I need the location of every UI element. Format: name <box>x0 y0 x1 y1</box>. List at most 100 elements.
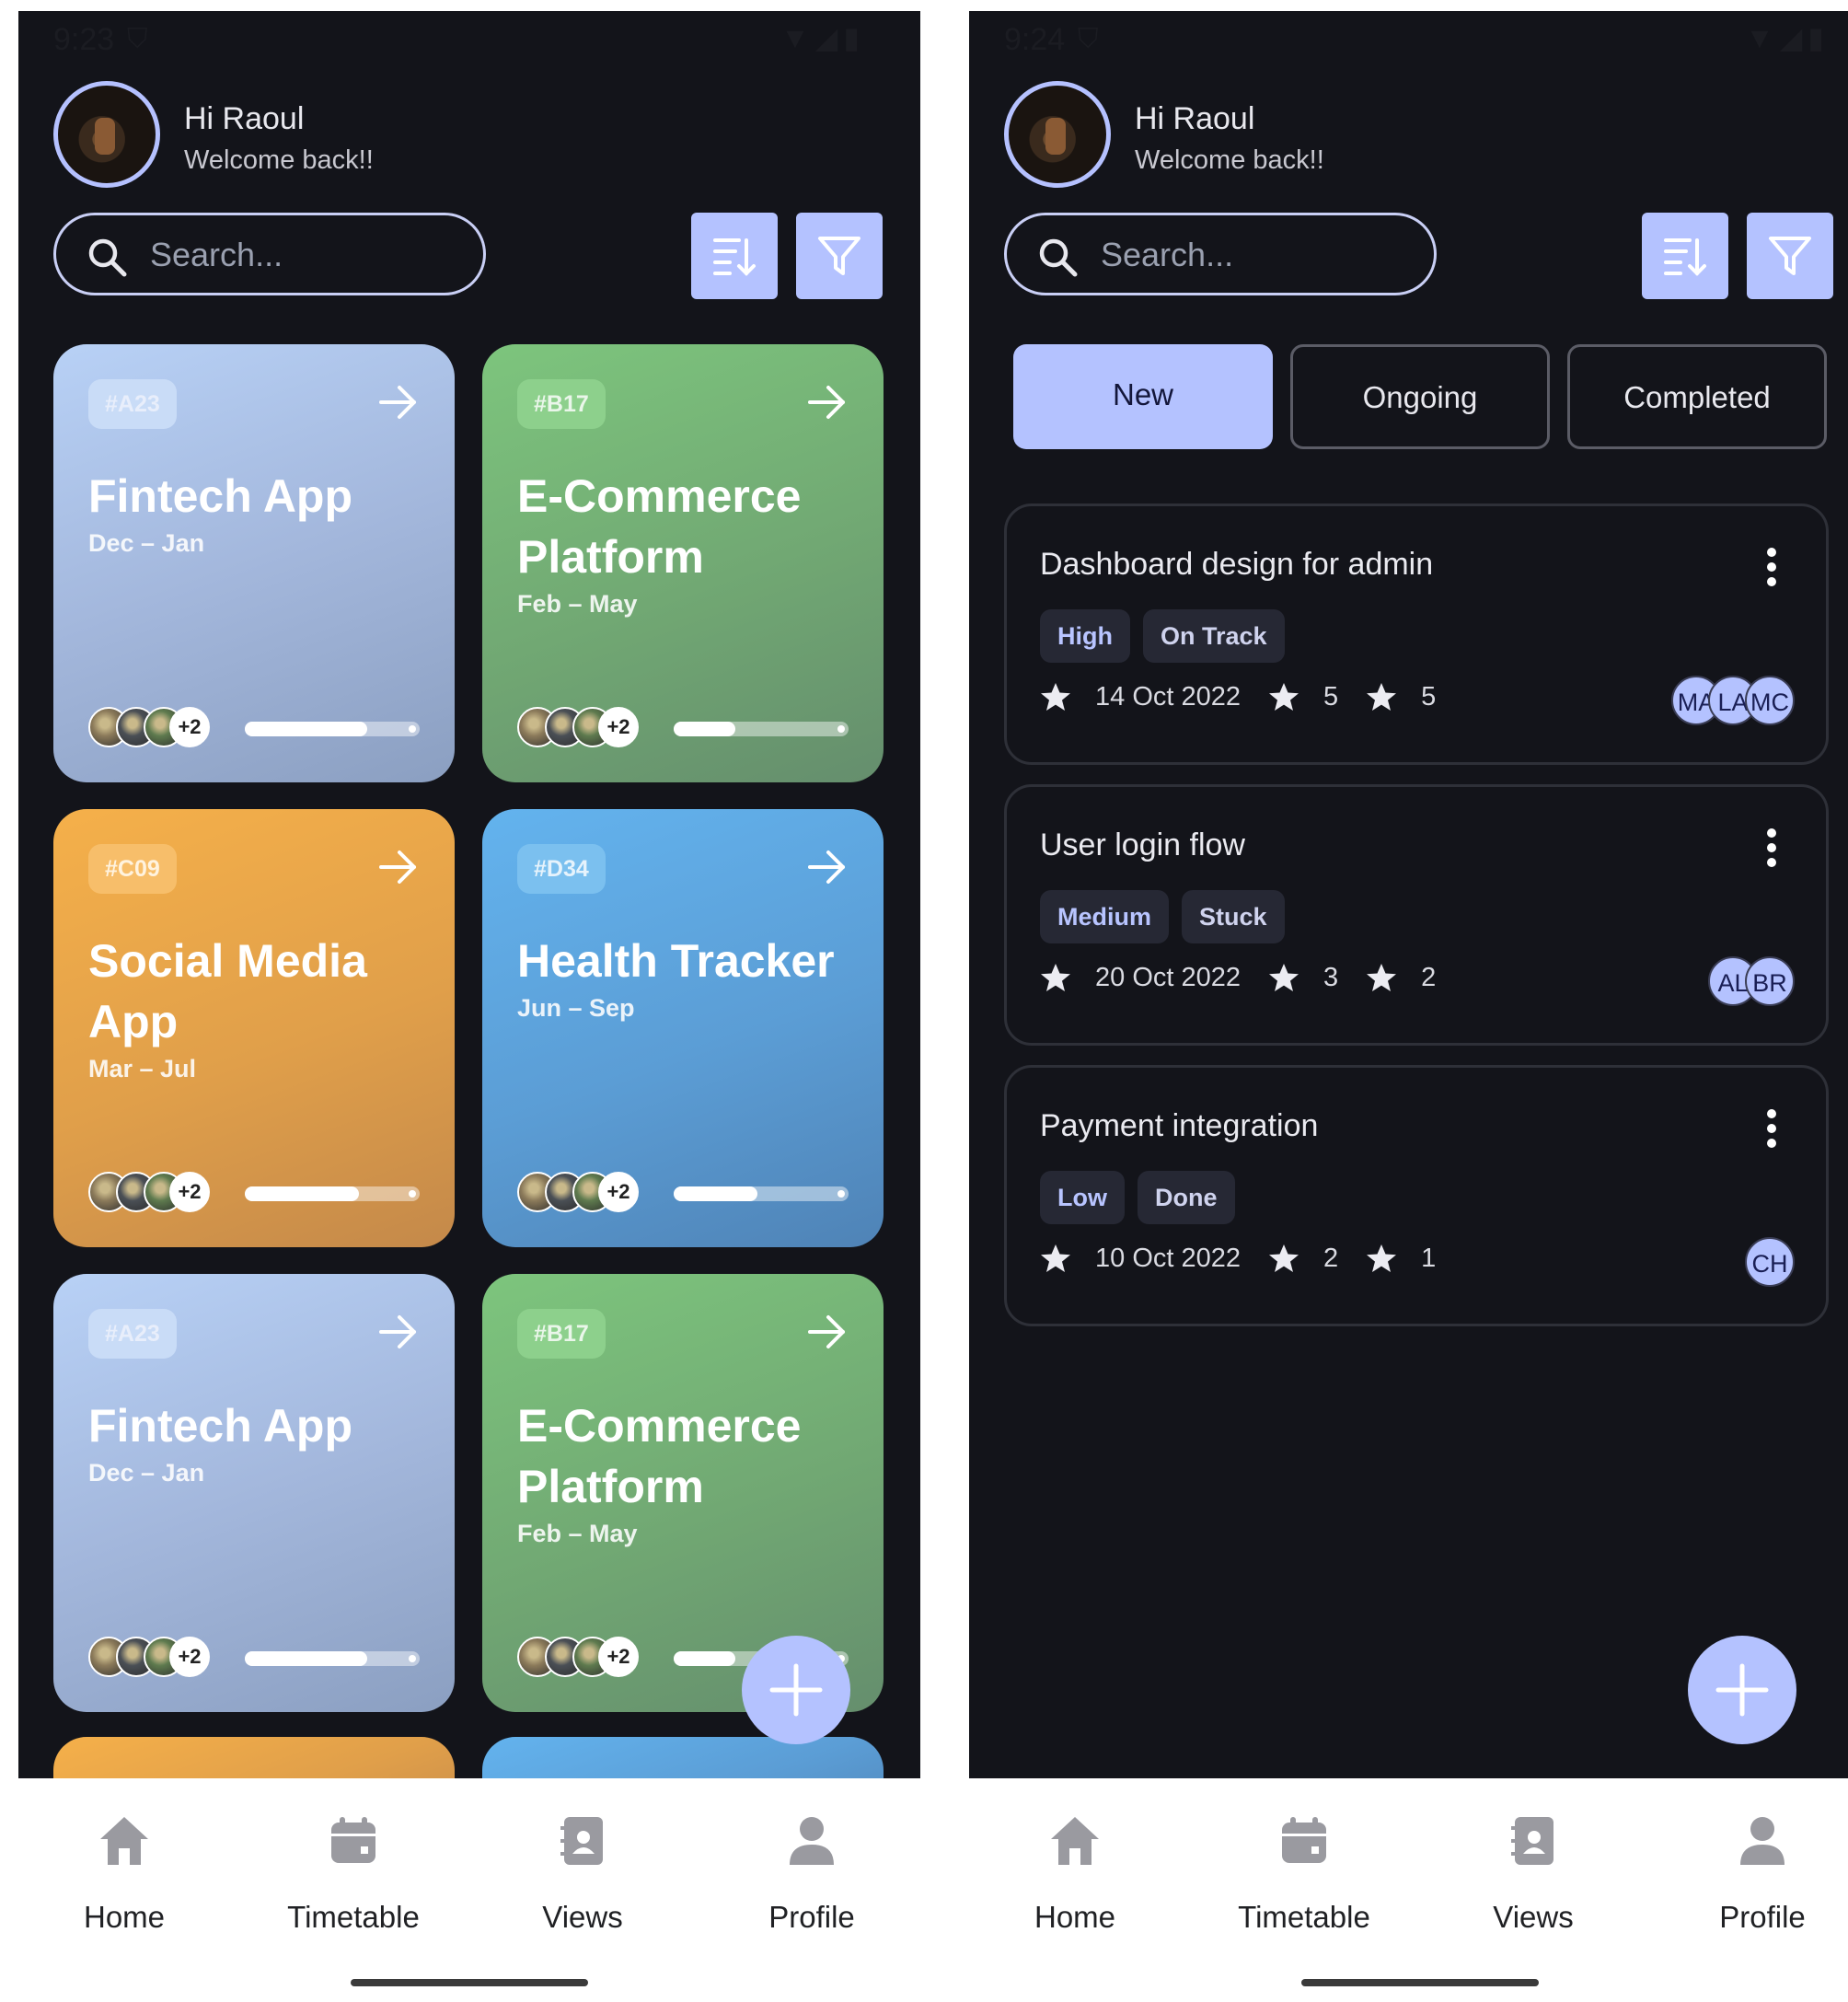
task-date: 20 Oct 2022 <box>1095 962 1241 992</box>
progress-fill <box>245 1186 359 1201</box>
arrow-right-icon[interactable] <box>806 846 849 888</box>
priority-chip: High <box>1040 609 1130 663</box>
greeting: Hi Raoul <box>1135 101 1255 136</box>
assignee-avatar: CH <box>1745 1237 1795 1287</box>
search-input[interactable]: Search... <box>53 213 486 295</box>
phone-screen-projects: 9:23 ⛉ ▼◢▮ Hi Raoul Welcome back!! Searc… <box>18 11 920 1999</box>
progress-fill <box>245 722 367 736</box>
project-card[interactable]: #D34 Health Tracker Jun – Sep +2 <box>482 809 884 1247</box>
project-dates: Mar – Jul <box>88 1055 197 1082</box>
status-time: 9:23 <box>53 22 115 57</box>
progress-bar <box>245 1651 420 1666</box>
status-time: 9:24 <box>1004 22 1066 57</box>
more-options-icon[interactable] <box>1765 547 1778 587</box>
more-members-badge: +2 <box>169 1637 210 1677</box>
project-dates: Feb – May <box>517 590 638 618</box>
project-code: #C09 <box>88 844 177 894</box>
project-card[interactable]: #B17 E-Commerce Platform Feb – May +2 <box>482 344 884 782</box>
person-icon <box>790 1817 834 1865</box>
phone-screen-tasks: 9:24 ⛉ ▼◢▮ Hi Raoul Welcome back!! Searc… <box>969 11 1848 1999</box>
arrow-right-icon[interactable] <box>377 381 420 423</box>
filter-icon <box>1769 237 1811 275</box>
bottom-nav: Home Timetable Views Profile <box>969 1778 1848 1999</box>
calendar-icon <box>1282 1817 1326 1863</box>
project-card[interactable]: #C09 Social Media App Mar – Jul +2 <box>53 809 455 1247</box>
progress-end-dot <box>409 725 416 733</box>
star-icon <box>1367 683 1397 712</box>
arrow-right-icon[interactable] <box>806 381 849 423</box>
project-title-block: E-Commerce Platform Feb – May <box>517 466 856 620</box>
nav-label: Profile <box>768 1900 855 1934</box>
filter-button[interactable] <box>1747 213 1833 299</box>
assignee-avatar: MC <box>1745 676 1795 725</box>
nav-timetable[interactable]: Timetable <box>261 1813 445 1935</box>
more-options-icon[interactable] <box>1765 827 1778 868</box>
nav-label: Views <box>1493 1900 1574 1934</box>
calendar-icon <box>331 1817 375 1863</box>
nav-views[interactable]: Views <box>491 1813 675 1935</box>
nav-label: Views <box>542 1900 623 1934</box>
task-count: 5 <box>1323 681 1339 712</box>
progress-bar <box>245 722 420 736</box>
nav-profile[interactable]: Profile <box>1670 1813 1848 1935</box>
project-title-block: Fintech App Dec – Jan <box>88 466 427 560</box>
home-icon <box>1051 1817 1099 1865</box>
task-chips: Low Done <box>1040 1171 1248 1224</box>
arrow-right-icon[interactable] <box>806 1311 849 1353</box>
task-meta: 10 Oct 2022 2 1 <box>1040 1243 1463 1279</box>
task-card[interactable]: Dashboard design for admin High On Track 14… <box>1004 503 1829 765</box>
add-project-button[interactable] <box>742 1636 850 1744</box>
avatar[interactable] <box>1004 81 1111 188</box>
arrow-right-icon[interactable] <box>377 846 420 888</box>
greeting: Hi Raoul <box>184 101 305 136</box>
nav-views[interactable]: Views <box>1441 1813 1625 1935</box>
status-chip: Stuck <box>1182 890 1285 943</box>
project-card[interactable]: #A23 Fintech App Dec – Jan +2 <box>53 1274 455 1712</box>
tab-ongoing[interactable]: Ongoing <box>1290 344 1550 449</box>
status-chip: On Track <box>1143 609 1285 663</box>
star-icon <box>1367 1244 1397 1273</box>
project-card-partial[interactable] <box>53 1737 455 1778</box>
sort-button[interactable] <box>691 213 778 299</box>
progress-bar <box>674 722 849 736</box>
task-card[interactable]: User login flow Medium Stuck 20 Oct 2022 3 2 A… <box>1004 784 1829 1046</box>
project-card-partial[interactable] <box>482 1737 884 1778</box>
avatar[interactable] <box>53 81 160 188</box>
more-members-badge: +2 <box>598 1637 639 1677</box>
arrow-right-icon[interactable] <box>377 1311 420 1353</box>
nav-profile[interactable]: Profile <box>720 1813 904 1935</box>
more-options-icon[interactable] <box>1765 1108 1778 1149</box>
sort-button[interactable] <box>1642 213 1728 299</box>
star-icon <box>1269 964 1299 992</box>
project-dates: Dec – Jan <box>88 529 205 557</box>
tab-new[interactable]: New <box>1013 344 1273 449</box>
nav-label: Home <box>1034 1900 1116 1934</box>
search-input[interactable]: Search... <box>1004 213 1437 295</box>
project-title-block: Fintech App Dec – Jan <box>88 1395 427 1489</box>
home-indicator <box>351 1979 588 1986</box>
nav-timetable[interactable]: Timetable <box>1212 1813 1396 1935</box>
add-task-button[interactable] <box>1688 1636 1796 1744</box>
project-code: #A23 <box>88 379 177 429</box>
task-count: 5 <box>1421 681 1437 712</box>
task-meta: 14 Oct 2022 5 5 <box>1040 681 1463 718</box>
task-count: 2 <box>1323 1243 1339 1273</box>
task-card[interactable]: Payment integration Low Done 10 Oct 2022 2 1 C… <box>1004 1065 1829 1326</box>
person-icon <box>1740 1817 1784 1865</box>
progress-end-dot <box>409 1655 416 1662</box>
project-title: Social Media App <box>88 935 367 1047</box>
progress-bar <box>245 1186 420 1201</box>
welcome-text: Welcome back!! <box>184 145 374 175</box>
tab-completed[interactable]: Completed <box>1567 344 1827 449</box>
header: Hi Raoul Welcome back!! <box>53 81 920 188</box>
star-icon <box>1269 1244 1299 1273</box>
project-code: #B17 <box>517 1309 606 1359</box>
project-card[interactable]: #A23 Fintech App Dec – Jan +2 <box>53 344 455 782</box>
nav-home[interactable]: Home <box>32 1813 216 1935</box>
plus-icon <box>1715 1663 1769 1717</box>
filter-button[interactable] <box>796 213 883 299</box>
header: Hi Raoul Welcome back!! <box>1004 81 1848 188</box>
nav-home[interactable]: Home <box>983 1813 1167 1935</box>
home-icon <box>100 1817 148 1865</box>
progress-fill <box>245 1651 367 1666</box>
